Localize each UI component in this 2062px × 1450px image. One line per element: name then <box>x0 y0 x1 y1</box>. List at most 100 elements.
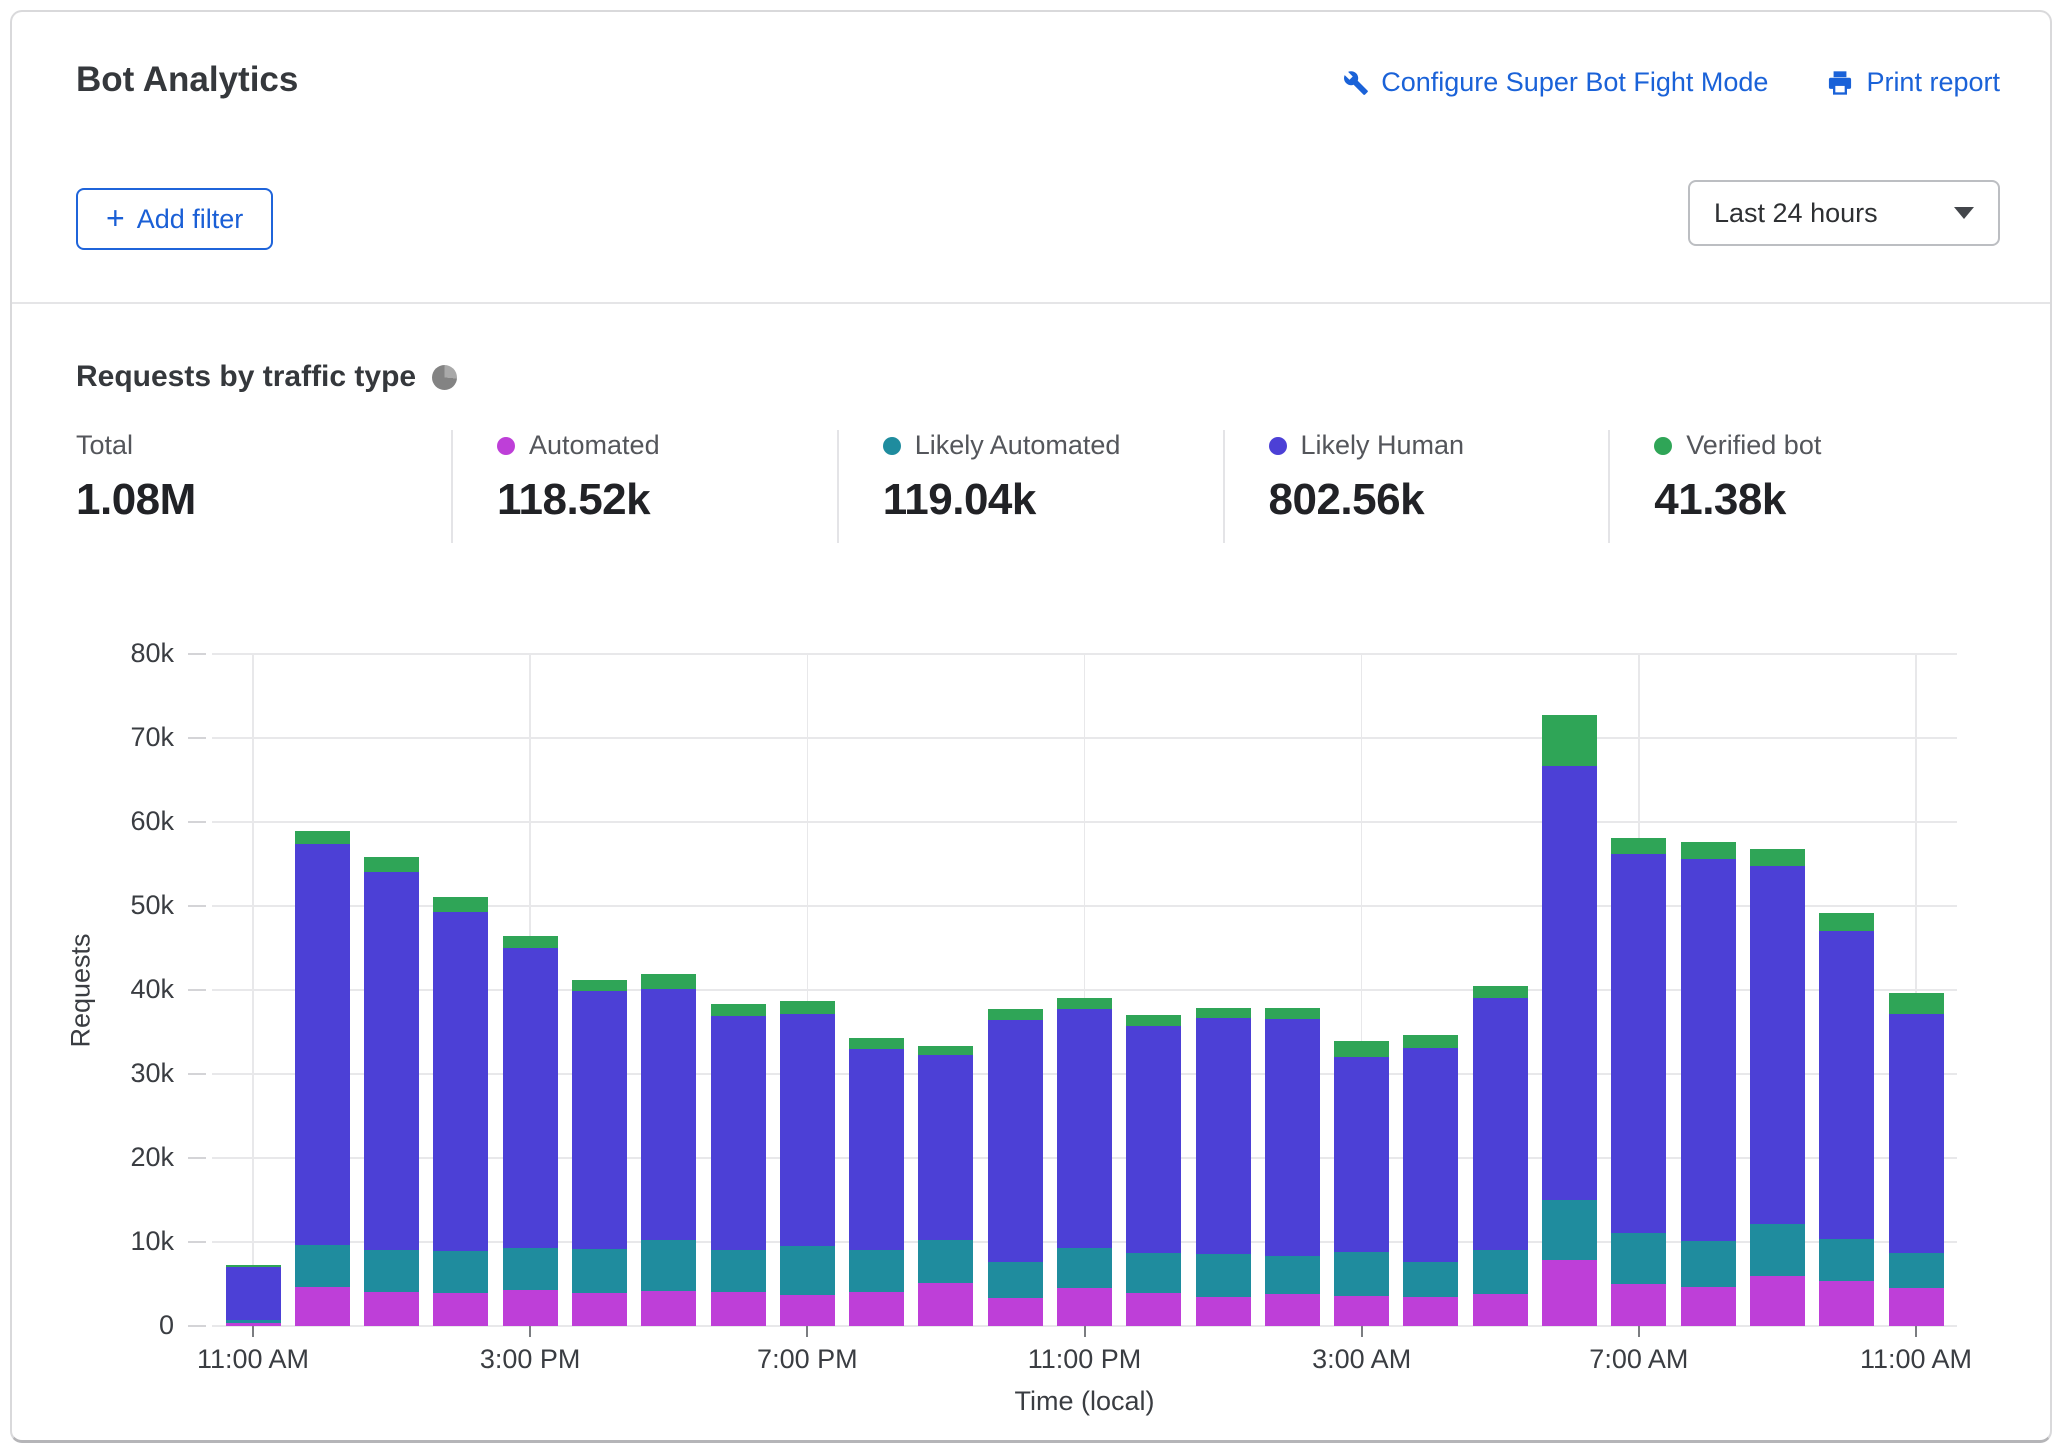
bar-segment-verified-bot[interactable] <box>1889 993 1944 1015</box>
bar-segment-automated[interactable] <box>226 1323 281 1326</box>
chart-bar-400am[interactable] <box>1403 1035 1458 1326</box>
bar-segment-likely-human[interactable] <box>503 948 558 1248</box>
bar-segment-likely-human[interactable] <box>364 872 419 1250</box>
bar-segment-verified-bot[interactable] <box>1542 715 1597 766</box>
bar-segment-automated[interactable] <box>1126 1293 1181 1326</box>
chart-bar-600pm[interactable] <box>711 1004 766 1326</box>
bar-segment-likely-human[interactable] <box>226 1267 281 1320</box>
bar-segment-likely-automated[interactable] <box>1819 1239 1874 1281</box>
chart-bar-700am[interactable] <box>1611 838 1666 1326</box>
chart-bar-300am[interactable] <box>1334 1041 1389 1326</box>
bar-segment-verified-bot[interactable] <box>503 936 558 948</box>
chart-bar-100pm[interactable] <box>364 857 419 1326</box>
bar-segment-verified-bot[interactable] <box>849 1038 904 1049</box>
bar-segment-likely-automated[interactable] <box>1611 1233 1666 1284</box>
bar-segment-likely-automated[interactable] <box>1681 1241 1736 1286</box>
bar-segment-automated[interactable] <box>1542 1260 1597 1326</box>
bar-segment-automated[interactable] <box>1473 1294 1528 1326</box>
print-report-link[interactable]: Print report <box>1826 67 2000 98</box>
bar-segment-automated[interactable] <box>918 1283 973 1326</box>
bar-segment-automated[interactable] <box>295 1287 350 1326</box>
bar-segment-verified-bot[interactable] <box>1681 842 1736 859</box>
bar-segment-likely-automated[interactable] <box>988 1262 1043 1298</box>
bar-segment-automated[interactable] <box>1403 1297 1458 1326</box>
bar-segment-automated[interactable] <box>988 1298 1043 1326</box>
bar-segment-verified-bot[interactable] <box>780 1001 835 1014</box>
bar-segment-automated[interactable] <box>641 1291 696 1326</box>
bar-segment-verified-bot[interactable] <box>1403 1035 1458 1048</box>
bar-segment-automated[interactable] <box>1750 1276 1805 1326</box>
bar-segment-likely-automated[interactable] <box>1889 1253 1944 1288</box>
bar-segment-automated[interactable] <box>1334 1296 1389 1326</box>
chart-bar-1100am[interactable] <box>226 1265 281 1326</box>
bar-segment-likely-automated[interactable] <box>295 1245 350 1287</box>
bar-segment-verified-bot[interactable] <box>641 974 696 989</box>
chart-bar-900am[interactable] <box>1750 849 1805 1326</box>
bar-segment-likely-human[interactable] <box>1126 1026 1181 1253</box>
bar-segment-automated[interactable] <box>433 1293 488 1326</box>
bar-segment-likely-human[interactable] <box>780 1014 835 1247</box>
bar-segment-likely-human[interactable] <box>1057 1009 1112 1248</box>
bar-segment-likely-automated[interactable] <box>1542 1200 1597 1260</box>
bar-segment-verified-bot[interactable] <box>1611 838 1666 854</box>
configure-super-bot-fight-mode-link[interactable]: Configure Super Bot Fight Mode <box>1343 67 1768 98</box>
chart-bar-1100pm[interactable] <box>1057 998 1112 1326</box>
chart-bar-300pm[interactable] <box>503 936 558 1326</box>
bar-segment-likely-automated[interactable] <box>1265 1256 1320 1294</box>
bar-segment-automated[interactable] <box>1265 1294 1320 1326</box>
bar-segment-likely-automated[interactable] <box>503 1248 558 1290</box>
bar-segment-automated[interactable] <box>1057 1288 1112 1326</box>
bar-segment-likely-human[interactable] <box>1611 854 1666 1233</box>
bar-segment-verified-bot[interactable] <box>988 1009 1043 1020</box>
chart-bar-1200am[interactable] <box>1126 1015 1181 1326</box>
bar-segment-likely-human[interactable] <box>988 1020 1043 1262</box>
bar-segment-likely-automated[interactable] <box>1750 1224 1805 1275</box>
chart-bar-1000pm[interactable] <box>988 1009 1043 1326</box>
bar-segment-likely-automated[interactable] <box>364 1250 419 1293</box>
time-range-select[interactable]: Last 24 hours <box>1688 180 2000 246</box>
bar-segment-automated[interactable] <box>1196 1297 1251 1326</box>
bar-segment-verified-bot[interactable] <box>1819 913 1874 931</box>
bar-segment-verified-bot[interactable] <box>572 980 627 991</box>
chart-bar-500am[interactable] <box>1473 986 1528 1326</box>
chart-bar-900pm[interactable] <box>918 1046 973 1326</box>
bar-segment-verified-bot[interactable] <box>1334 1041 1389 1057</box>
add-filter-button[interactable]: + Add filter <box>76 188 273 250</box>
bar-segment-automated[interactable] <box>849 1292 904 1326</box>
bar-segment-likely-human[interactable] <box>1403 1048 1458 1262</box>
bar-segment-automated[interactable] <box>1611 1284 1666 1326</box>
bar-segment-likely-automated[interactable] <box>641 1240 696 1291</box>
bar-segment-likely-human[interactable] <box>1750 866 1805 1225</box>
bar-segment-likely-human[interactable] <box>1196 1018 1251 1254</box>
bar-segment-verified-bot[interactable] <box>1057 998 1112 1009</box>
bar-segment-likely-human[interactable] <box>849 1049 904 1251</box>
bar-segment-likely-automated[interactable] <box>780 1246 835 1295</box>
bar-segment-automated[interactable] <box>780 1295 835 1326</box>
bar-segment-automated[interactable] <box>1819 1281 1874 1326</box>
chart-bar-200am[interactable] <box>1265 1008 1320 1326</box>
bar-segment-likely-human[interactable] <box>1889 1014 1944 1253</box>
bar-segment-likely-human[interactable] <box>641 989 696 1239</box>
bar-segment-likely-automated[interactable] <box>433 1251 488 1293</box>
bar-segment-likely-human[interactable] <box>1681 859 1736 1241</box>
bar-segment-verified-bot[interactable] <box>1196 1008 1251 1018</box>
bar-segment-automated[interactable] <box>364 1292 419 1326</box>
bar-segment-verified-bot[interactable] <box>1126 1015 1181 1026</box>
bar-segment-likely-automated[interactable] <box>1126 1253 1181 1293</box>
chart-bar-700pm[interactable] <box>780 1001 835 1326</box>
bar-segment-verified-bot[interactable] <box>1265 1008 1320 1020</box>
bar-segment-likely-automated[interactable] <box>1196 1254 1251 1297</box>
bar-segment-automated[interactable] <box>1889 1288 1944 1326</box>
bar-segment-likely-human[interactable] <box>433 912 488 1251</box>
chart-bar-400pm[interactable] <box>572 980 627 1326</box>
chart-bar-600am[interactable] <box>1542 715 1597 1326</box>
bar-segment-verified-bot[interactable] <box>711 1004 766 1016</box>
bar-segment-likely-human[interactable] <box>711 1016 766 1250</box>
bar-segment-verified-bot[interactable] <box>1750 849 1805 866</box>
bar-segment-likely-human[interactable] <box>1265 1019 1320 1256</box>
bar-segment-verified-bot[interactable] <box>433 897 488 912</box>
bar-segment-likely-automated[interactable] <box>1403 1262 1458 1296</box>
bar-segment-automated[interactable] <box>572 1293 627 1326</box>
chart-bar-1200pm[interactable] <box>295 831 350 1326</box>
bar-segment-likely-human[interactable] <box>572 991 627 1249</box>
